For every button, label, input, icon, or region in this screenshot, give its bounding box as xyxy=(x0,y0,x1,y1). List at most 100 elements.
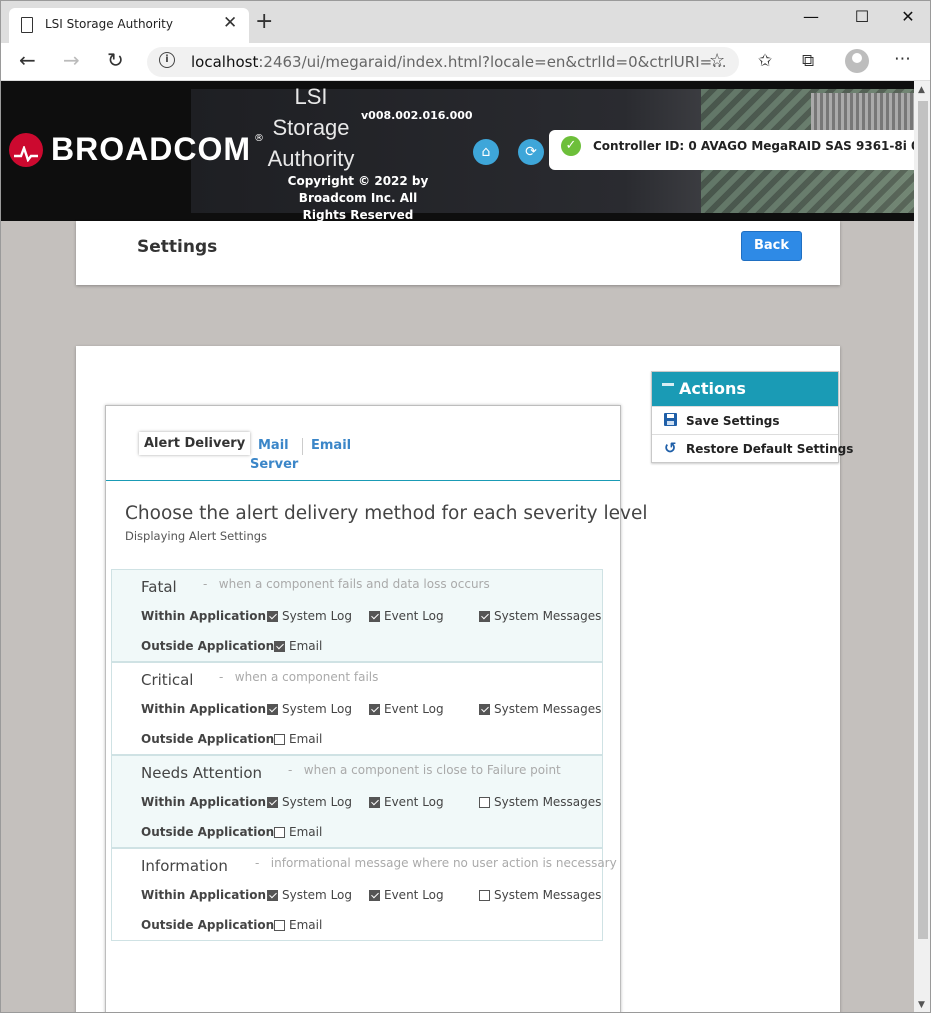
tab-strip: LSI Storage Authority ✕ + — ☐ ✕ xyxy=(1,1,930,43)
within-application-label: Within Application xyxy=(141,888,267,902)
collapse-icon[interactable] xyxy=(662,383,674,386)
checkbox-box[interactable] xyxy=(274,733,285,745)
event-log-checkbox[interactable]: Event Log xyxy=(369,888,444,902)
save-icon xyxy=(664,413,678,427)
minimize-icon[interactable]: — xyxy=(791,7,831,29)
outside-application-label: Outside Application xyxy=(141,825,275,839)
tab-alert-delivery[interactable]: Alert Delivery xyxy=(139,432,251,455)
settings-tabs: Alert Delivery Mail Server Email xyxy=(106,406,620,481)
back-arrow-icon[interactable]: ← xyxy=(19,48,36,72)
restore-defaults-action[interactable]: ↺ Restore Default Settings xyxy=(652,434,853,462)
severity-name: Information xyxy=(141,857,228,875)
broadcom-logo-icon xyxy=(9,133,43,167)
severity-name: Needs Attention xyxy=(141,764,263,782)
checkbox-box[interactable] xyxy=(369,796,380,808)
checkbox-label: System Messages xyxy=(494,795,602,809)
checkbox-label: System Messages xyxy=(494,609,602,623)
scroll-thumb[interactable] xyxy=(918,101,928,939)
scroll-down-icon[interactable]: ▼ xyxy=(918,1000,925,1010)
copyright-text: Copyright © 2022 by Broadcom Inc. All Ri… xyxy=(287,174,429,222)
scroll-up-icon[interactable]: ▲ xyxy=(918,85,925,95)
checkbox-box[interactable] xyxy=(479,610,490,622)
system-messages-checkbox[interactable]: System Messages xyxy=(479,702,601,716)
app-version: v008.002.016.000 xyxy=(361,109,473,122)
back-button[interactable]: Back xyxy=(741,231,802,261)
outside-application-label: Outside Application xyxy=(141,918,275,932)
site-info-icon[interactable]: i xyxy=(159,52,175,68)
email-checkbox[interactable]: Email xyxy=(274,639,322,653)
checkbox-box[interactable] xyxy=(479,796,490,808)
email-checkbox[interactable]: Email xyxy=(274,825,322,839)
checkbox-box[interactable] xyxy=(274,826,285,838)
page-scrollbar[interactable]: ▲ ▼ xyxy=(914,81,930,1012)
new-tab-icon[interactable]: + xyxy=(255,9,273,34)
forward-arrow-icon[interactable]: → xyxy=(63,48,80,72)
main-panel: Actions Save Settings ↺ Restore Default … xyxy=(76,346,853,1012)
restore-defaults-label: Restore Default Settings xyxy=(686,442,854,456)
outside-application-label: Outside Application xyxy=(141,639,275,653)
checkbox-box[interactable] xyxy=(267,796,278,808)
checkbox-box[interactable] xyxy=(267,889,278,901)
email-checkbox[interactable]: Email xyxy=(274,732,322,746)
checkbox-label: Email xyxy=(289,918,323,932)
tab-mail-server-line2[interactable]: Server xyxy=(250,455,298,474)
tab-separator xyxy=(302,438,303,455)
checkbox-box[interactable] xyxy=(274,919,285,931)
checkbox-label: System Messages xyxy=(494,702,602,716)
tab-email[interactable]: Email xyxy=(311,436,351,455)
email-checkbox[interactable]: Email xyxy=(274,918,322,932)
refresh-icon[interactable]: ↻ xyxy=(107,48,124,72)
event-log-checkbox[interactable]: Event Log xyxy=(369,609,444,623)
refresh-sync-icon[interactable]: ⟳ xyxy=(518,139,544,165)
checkbox-box[interactable] xyxy=(274,640,285,652)
profile-avatar[interactable] xyxy=(845,49,869,73)
actions-header[interactable]: Actions xyxy=(652,372,838,406)
system-log-checkbox[interactable]: System Log xyxy=(267,702,352,716)
save-settings-action[interactable]: Save Settings xyxy=(652,406,838,434)
within-application-label: Within Application xyxy=(141,702,267,716)
checkbox-label: System Log xyxy=(282,609,352,623)
brand-name: BROADCOM xyxy=(51,131,251,167)
checkbox-box[interactable] xyxy=(369,703,380,715)
checkbox-box[interactable] xyxy=(369,610,380,622)
system-log-checkbox[interactable]: System Log xyxy=(267,609,352,623)
severity-row: Information - informational message where… xyxy=(111,848,617,941)
checkbox-box[interactable] xyxy=(479,703,490,715)
favorite-star-icon[interactable]: ☆ xyxy=(709,50,725,71)
event-log-checkbox[interactable]: Event Log xyxy=(369,702,444,716)
actions-panel: Actions Save Settings ↺ Restore Default … xyxy=(651,371,853,463)
close-window-icon[interactable]: ✕ xyxy=(888,7,928,29)
address-bar: ← → ↻ i localhost:2463/ui/megaraid/index… xyxy=(1,43,930,81)
browser-tab[interactable]: LSI Storage Authority ✕ xyxy=(9,8,249,43)
system-messages-checkbox[interactable]: System Messages xyxy=(479,888,601,902)
app-name: LSI Storage Authority xyxy=(267,84,355,171)
favorites-icon[interactable]: ✩ xyxy=(758,51,772,71)
checkbox-box[interactable] xyxy=(479,889,490,901)
event-log-checkbox[interactable]: Event Log xyxy=(369,795,444,809)
system-log-checkbox[interactable]: System Log xyxy=(267,888,352,902)
checkbox-label: System Messages xyxy=(494,888,602,902)
maximize-icon[interactable]: ☐ xyxy=(842,7,882,29)
tab-mail-server-line1[interactable]: Mail xyxy=(258,436,289,455)
system-messages-checkbox[interactable]: System Messages xyxy=(479,609,601,623)
url-field[interactable]: i localhost:2463/ui/megaraid/index.html?… xyxy=(147,47,739,77)
checkbox-label: Email xyxy=(289,639,323,653)
checkbox-label: System Log xyxy=(282,795,352,809)
system-messages-checkbox[interactable]: System Messages xyxy=(479,795,601,809)
checkbox-box[interactable] xyxy=(267,703,278,715)
severity-description: - when a component fails xyxy=(219,670,379,684)
checkbox-box[interactable] xyxy=(267,610,278,622)
checkbox-box[interactable] xyxy=(369,889,380,901)
home-icon[interactable]: ⌂ xyxy=(473,139,499,165)
severity-description: - when a component fails and data loss o… xyxy=(203,577,490,591)
controller-status: ✓ Controller ID: 0 AVAGO MegaRAID SAS 93… xyxy=(549,130,914,170)
collections-icon[interactable]: ⧉ xyxy=(802,51,814,71)
close-tab-icon[interactable]: ✕ xyxy=(223,13,237,33)
severity-row: Fatal - when a component fails and data l… xyxy=(111,569,603,662)
app-header: BROADCOM ® LSI Storage Authority v008.00… xyxy=(1,81,914,222)
system-log-checkbox[interactable]: System Log xyxy=(267,795,352,809)
more-menu-icon[interactable]: ⋯ xyxy=(894,49,911,69)
checkbox-label: Event Log xyxy=(384,795,444,809)
settings-panel: Settings Back xyxy=(76,221,840,285)
actions-title: Actions xyxy=(679,379,746,398)
